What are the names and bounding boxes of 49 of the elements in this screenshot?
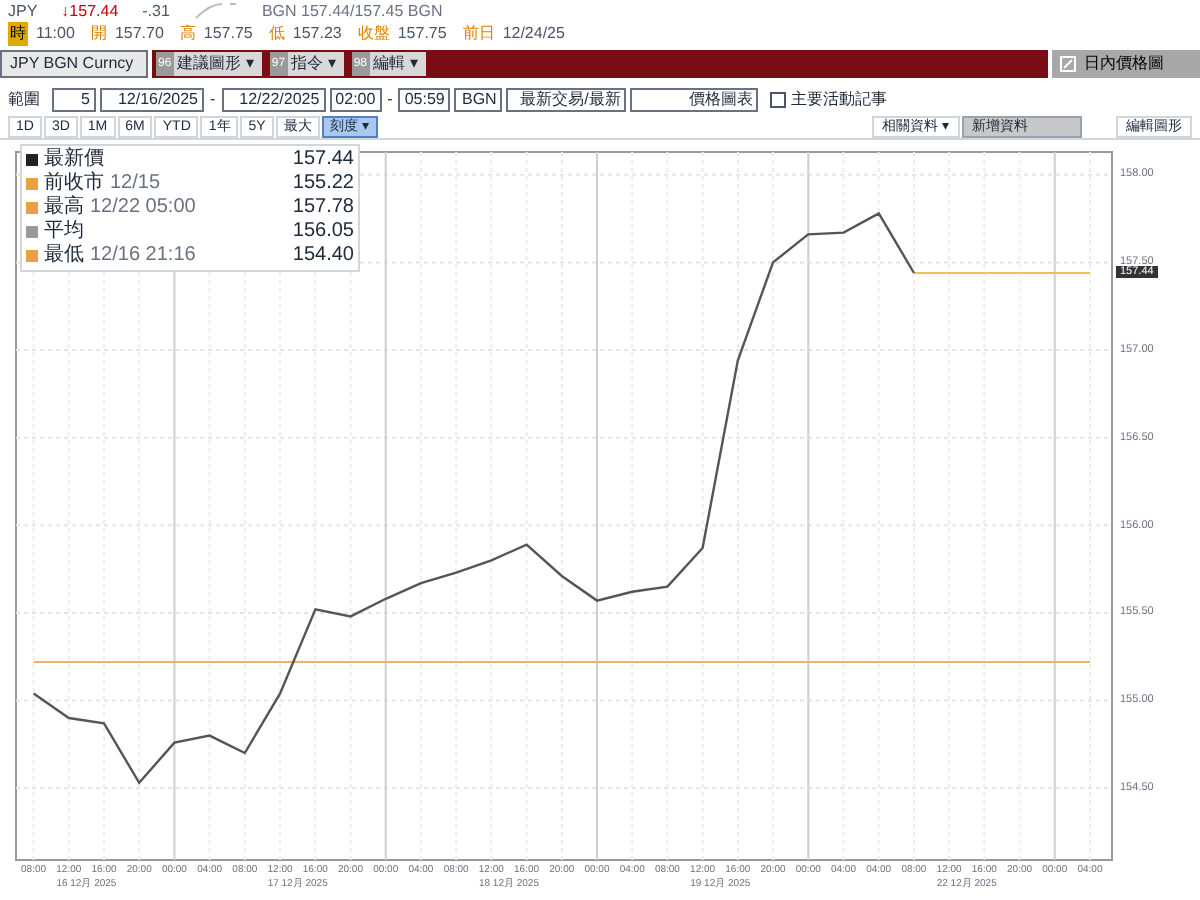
legend-label: 最高 xyxy=(44,196,84,220)
stat-value: 157.70 xyxy=(114,21,164,45)
chart-type-dropdown[interactable]: 價格圖表 xyxy=(630,87,759,111)
stat-label: 低 xyxy=(268,21,285,45)
stat-label: 前日 xyxy=(462,21,495,45)
intraday-chart-button[interactable]: 日內價格圖 xyxy=(1052,50,1200,78)
stat-value: 11:00 xyxy=(36,21,75,45)
legend-value: 154.40 xyxy=(292,244,354,268)
start-date-field[interactable]: 12/16/2025 xyxy=(100,87,204,111)
legend-value: 157.44 xyxy=(292,148,354,172)
legend-label: 平均 xyxy=(44,220,84,244)
data-field-dropdown[interactable]: 最新交易/最新 xyxy=(506,87,627,111)
legend-date: 12/15 xyxy=(110,172,161,196)
end-date-field[interactable]: 12/22/2025 xyxy=(221,87,326,111)
stat-value: 12/24/25 xyxy=(502,21,565,45)
events-label: 主要活動記事 xyxy=(790,87,887,111)
legend-date: 12/16 21:16 xyxy=(90,244,196,268)
legend-value: 155.22 xyxy=(292,172,354,196)
bid-ask-quote: BGN 157.44/157.45 BGN xyxy=(261,0,443,23)
menu-button[interactable]: 編輯 ▾ xyxy=(369,52,418,76)
legend-label: 前收市 xyxy=(44,172,104,195)
sparkline-icon xyxy=(193,2,238,20)
events-checkbox[interactable] xyxy=(770,91,787,107)
price-change: -.31 xyxy=(142,0,170,23)
security-field[interactable]: JPY BGN Curncy xyxy=(0,50,148,78)
stat-label: 時 xyxy=(8,21,28,45)
end-time-field[interactable]: 05:59 xyxy=(398,87,451,111)
range-separator: - xyxy=(208,87,218,111)
stat-value: 157.75 xyxy=(397,21,447,45)
legend-value: 157.78 xyxy=(292,196,354,220)
menu-button[interactable]: 建議圖形 ▾ xyxy=(173,52,254,76)
source-field[interactable]: BGN xyxy=(454,87,503,111)
ticker-label: JPY xyxy=(8,0,38,23)
start-time-field[interactable]: 02:00 xyxy=(329,87,382,111)
range-label: 範圍 xyxy=(8,87,40,111)
stat-label: 收盤 xyxy=(357,21,390,45)
range-separator: - xyxy=(385,87,395,111)
stat-value: 157.23 xyxy=(292,21,342,45)
days-field[interactable]: 5 xyxy=(52,87,96,111)
last-price: ↓157.44 xyxy=(61,0,119,23)
legend-label: 最低 xyxy=(44,244,84,268)
menu-button[interactable]: 指令 ▾ xyxy=(287,52,336,76)
stat-label: 開 xyxy=(90,21,107,45)
stat-value: 157.75 xyxy=(203,21,253,45)
legend-value: 156.05 xyxy=(292,220,354,244)
stat-label: 高 xyxy=(179,21,196,45)
edit-icon xyxy=(1060,56,1076,72)
legend-date: 12/22 05:00 xyxy=(90,196,196,220)
legend-label: 最新價 xyxy=(44,148,104,171)
